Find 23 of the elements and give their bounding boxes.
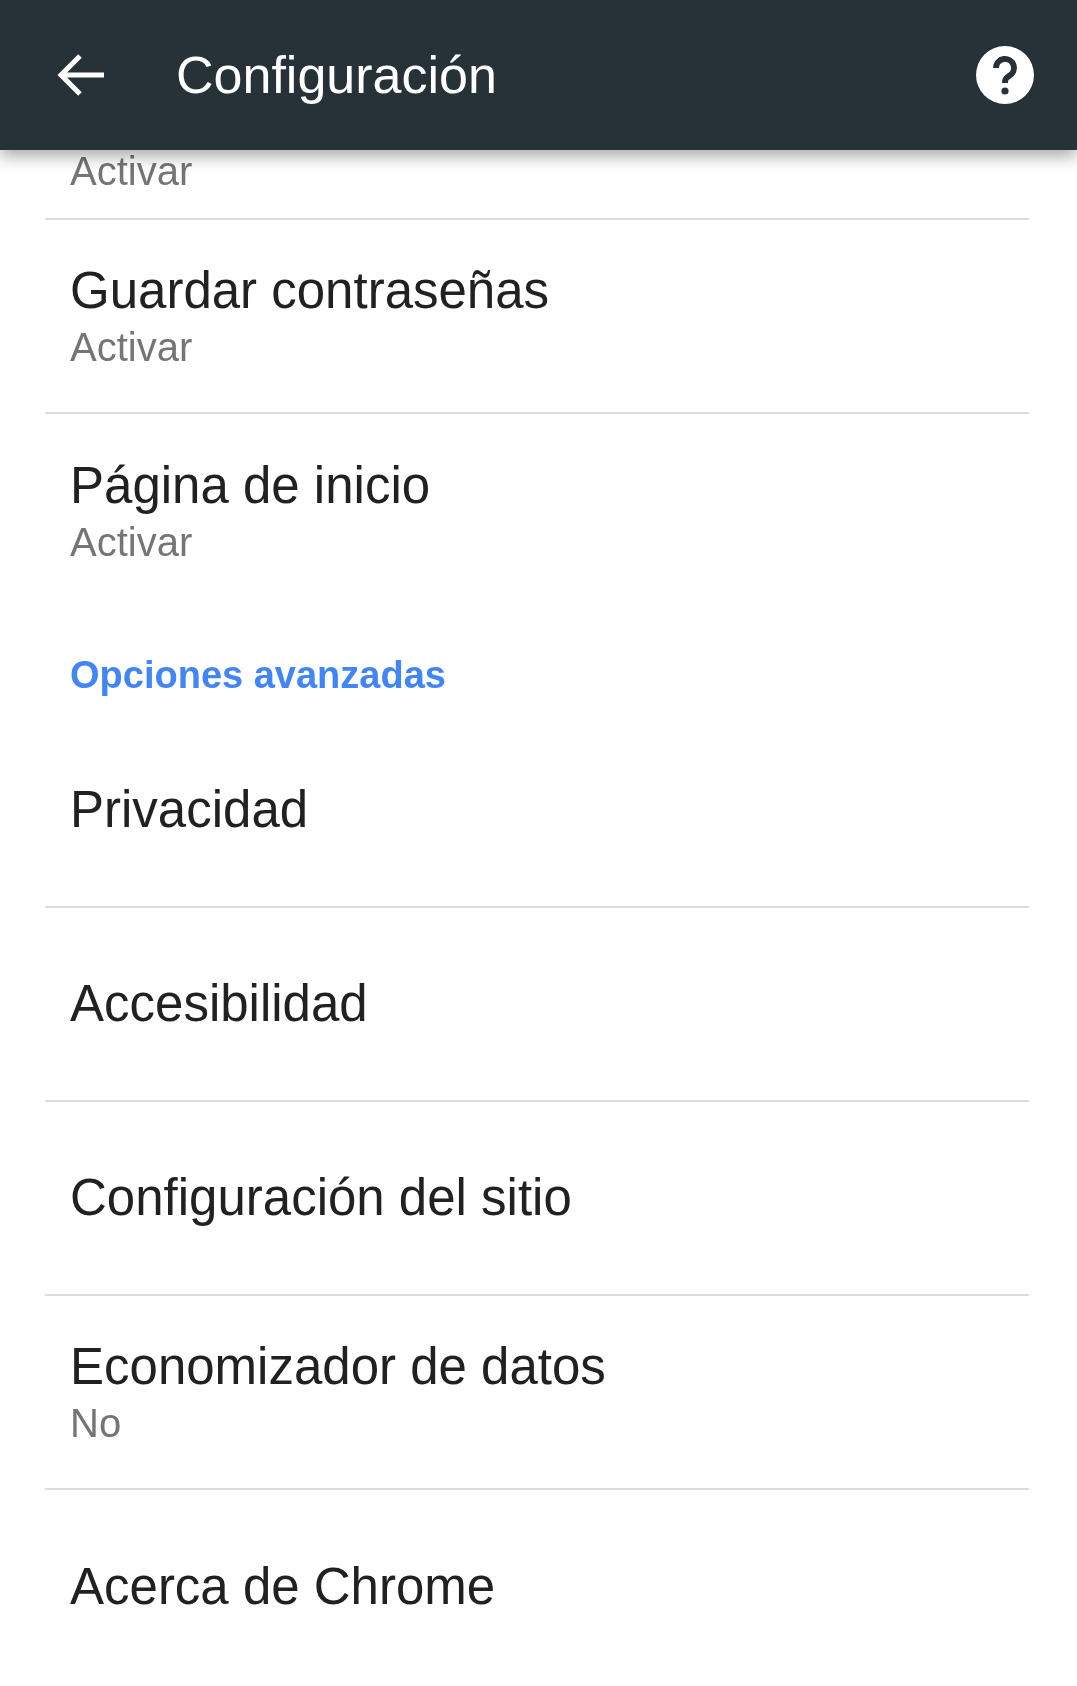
settings-item[interactable]: Accesibilidad (45, 908, 1029, 1102)
settings-item[interactable]: Configuración del sitio (45, 1102, 1029, 1296)
settings-item[interactable]: Guardar contraseñas Activar (45, 220, 1029, 414)
page-title: Configuración (176, 45, 498, 105)
settings-item[interactable]: Economizador de datos No (45, 1296, 1029, 1490)
item-title: Acerca de Chrome (70, 1557, 497, 1617)
help-icon[interactable] (976, 46, 1034, 104)
section-header: Opciones avanzadas (69, 653, 447, 698)
item-title: Privacidad (70, 780, 310, 840)
item-title: Guardar contraseñas (70, 261, 551, 321)
item-title: Configuración del sitio (70, 1168, 573, 1228)
item-title: Accesibilidad (70, 974, 369, 1034)
item-title: Página de inicio (70, 456, 432, 516)
item-summary: Activar (70, 519, 194, 566)
item-summary: No (70, 1400, 123, 1447)
item-summary: Activar (70, 148, 194, 195)
settings-item[interactable]: Activar (45, 150, 1029, 220)
settings-item[interactable]: Página de inicio Activar (45, 414, 1029, 608)
settings-item[interactable]: Privacidad (45, 714, 1029, 908)
settings-item[interactable]: Acerca de Chrome (45, 1490, 1029, 1684)
back-icon[interactable] (56, 53, 106, 97)
item-title: Economizador de datos (70, 1337, 607, 1397)
item-summary: Activar (70, 324, 194, 371)
